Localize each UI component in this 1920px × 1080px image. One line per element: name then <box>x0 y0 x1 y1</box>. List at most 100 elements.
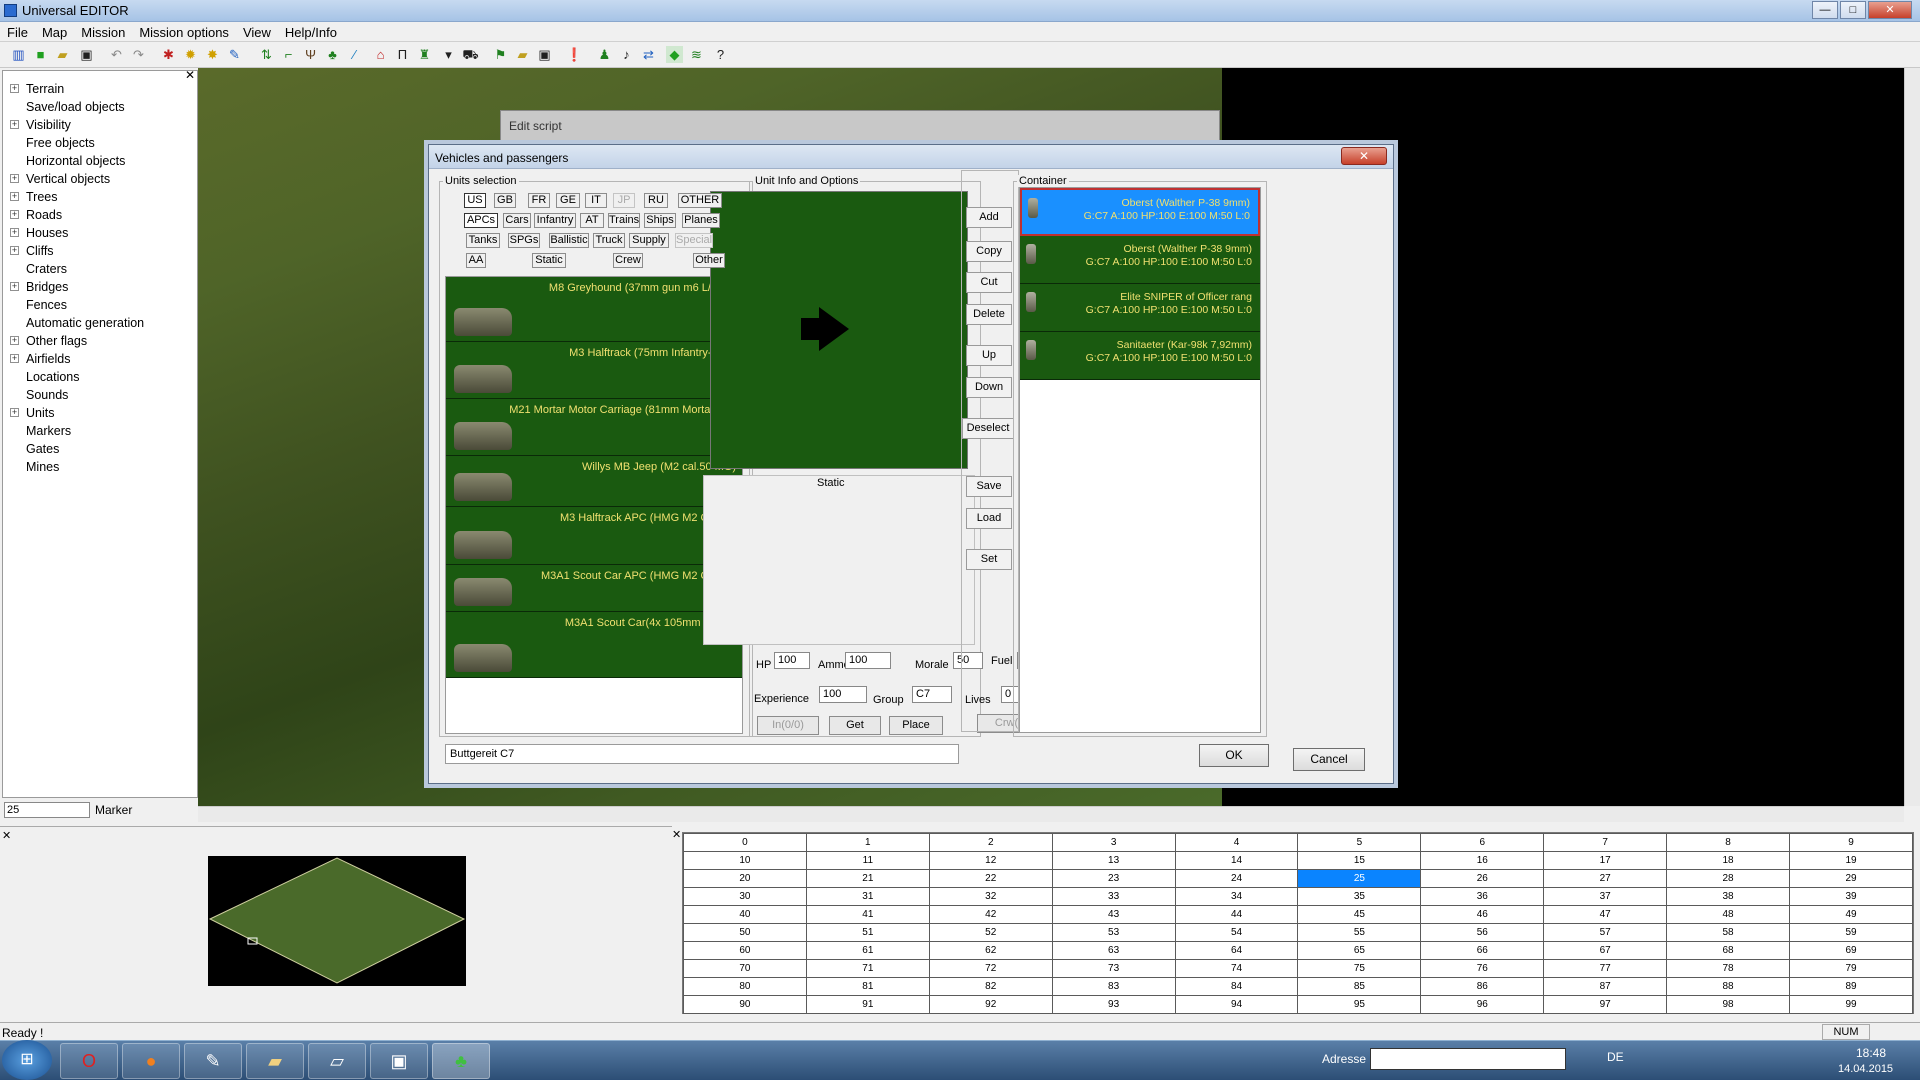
save-button[interactable]: Save <box>966 476 1012 497</box>
expand-icon[interactable]: + <box>10 336 19 345</box>
marker-cell[interactable]: 83 <box>1051 977 1176 996</box>
marker-cell[interactable]: 96 <box>1420 995 1545 1014</box>
marker-cell[interactable]: 9 <box>1789 833 1913 852</box>
marker-cell[interactable]: 25 <box>1297 869 1422 888</box>
route-icon[interactable]: ⇅ <box>258 46 275 63</box>
marker-cell[interactable]: 18 <box>1666 851 1791 870</box>
type-filter-button[interactable]: Cars <box>503 213 531 228</box>
expand-icon[interactable]: + <box>10 210 19 219</box>
copy-button[interactable]: Copy <box>966 241 1012 262</box>
transfer-icon[interactable]: ⇄ <box>640 46 657 63</box>
nation-filter-button[interactable]: FR <box>528 193 550 208</box>
tree-item[interactable]: Horizontal objects <box>3 152 193 170</box>
marker-diamond-icon[interactable]: ◆ <box>666 46 683 63</box>
expand-icon[interactable]: + <box>10 246 19 255</box>
expand-icon[interactable]: + <box>10 192 19 201</box>
marker-cell[interactable]: 11 <box>805 851 930 870</box>
sun-icon[interactable]: ✹ <box>182 46 199 63</box>
tree-item[interactable]: Free objects <box>3 134 193 152</box>
marker-cell[interactable]: 7 <box>1543 833 1668 852</box>
type-filter-button[interactable]: AT <box>580 213 604 228</box>
marker-cell[interactable]: 89 <box>1789 977 1913 996</box>
add-button[interactable]: Add <box>966 207 1012 228</box>
marker-cell[interactable]: 74 <box>1174 959 1299 978</box>
marker-cell[interactable]: 72 <box>928 959 1053 978</box>
marker-cell[interactable]: 26 <box>1420 869 1545 888</box>
unit-list-item[interactable]: M3 Halftrack APC (HMG M2 Cal.50) <box>446 507 742 565</box>
tree-item[interactable]: + Trees <box>3 188 193 206</box>
nation-filter-button[interactable]: GE <box>556 193 580 208</box>
marker-cell[interactable]: 59 <box>1789 923 1913 942</box>
ammo-field[interactable]: 100 <box>845 652 891 669</box>
cancel-button[interactable]: Cancel <box>1293 748 1365 771</box>
marker-cell[interactable]: 75 <box>1297 959 1422 978</box>
editor-task-icon[interactable]: ♣ <box>432 1043 490 1079</box>
maximize-button[interactable]: □ <box>1840 1 1866 19</box>
tree-item[interactable]: Automatic generation <box>3 314 193 332</box>
marker-cell[interactable]: 60 <box>683 941 807 960</box>
close-icon[interactable]: ✕ <box>2 829 11 842</box>
marker-cell[interactable]: 93 <box>1051 995 1176 1014</box>
marker-cell[interactable]: 50 <box>683 923 807 942</box>
marker-cell[interactable]: 1 <box>805 833 930 852</box>
marker-cell[interactable]: 62 <box>928 941 1053 960</box>
tree-item[interactable]: + Roads <box>3 206 193 224</box>
marker-cell[interactable]: 47 <box>1543 905 1668 924</box>
marker-cell[interactable]: 51 <box>805 923 930 942</box>
sound-icon[interactable]: ♪ <box>618 46 635 63</box>
tree-item[interactable]: Fences <box>3 296 193 314</box>
marker-cell[interactable]: 30 <box>683 887 807 906</box>
marker-cell[interactable]: 76 <box>1420 959 1545 978</box>
load-button[interactable]: Load <box>966 508 1012 529</box>
marker-count-field[interactable]: 25 <box>4 802 90 818</box>
marker-cell[interactable]: 43 <box>1051 905 1176 924</box>
set-button[interactable]: Set <box>966 549 1012 570</box>
marker-cell[interactable]: 56 <box>1420 923 1545 942</box>
deselect-button[interactable]: Deselect <box>962 418 1014 439</box>
marker-cell[interactable]: 98 <box>1666 995 1791 1014</box>
marker-cell[interactable]: 8 <box>1666 833 1791 852</box>
disk-icon[interactable]: ▣ <box>536 46 553 63</box>
marker-cell[interactable]: 80 <box>683 977 807 996</box>
marker-cell[interactable]: 52 <box>928 923 1053 942</box>
tree-item[interactable]: + Airfields <box>3 350 193 368</box>
marker-cell[interactable]: 46 <box>1420 905 1545 924</box>
marker-cell[interactable]: 85 <box>1297 977 1422 996</box>
bridge-icon[interactable]: Π <box>394 46 411 63</box>
marker-cell[interactable]: 42 <box>928 905 1053 924</box>
tree-item[interactable]: Locations <box>3 368 193 386</box>
marker-cell[interactable]: 92 <box>928 995 1053 1014</box>
tree-item[interactable]: + Cliffs <box>3 242 193 260</box>
tree-item[interactable]: Gates <box>3 440 193 458</box>
type-filter-button[interactable]: Infantry <box>534 213 576 228</box>
marker-cell[interactable]: 41 <box>805 905 930 924</box>
mine-icon[interactable]: ≋ <box>688 46 705 63</box>
paint-icon[interactable]: ✱ <box>160 46 177 63</box>
marker-cell[interactable]: 23 <box>1051 869 1176 888</box>
alert-icon[interactable]: ❗ <box>566 46 583 63</box>
marker-cell[interactable]: 69 <box>1789 941 1913 960</box>
direction-arrow-icon[interactable] <box>819 307 849 351</box>
type-filter-button[interactable]: APCs <box>464 213 498 228</box>
marker-cell[interactable]: 90 <box>683 995 807 1014</box>
expand-icon[interactable]: + <box>10 354 19 363</box>
type-filter-button[interactable]: Trains <box>608 213 640 228</box>
tree-fork-icon[interactable]: Ψ <box>302 46 319 63</box>
down-button[interactable]: Down <box>966 377 1012 398</box>
minimize-button[interactable]: — <box>1812 1 1838 19</box>
expand-icon[interactable]: + <box>10 228 19 237</box>
marker-cell[interactable]: 97 <box>1543 995 1668 1014</box>
ok-button[interactable]: OK <box>1199 744 1269 767</box>
marker-cell[interactable]: 20 <box>683 869 807 888</box>
close-icon[interactable]: ✕ <box>185 68 195 82</box>
unit-list-item[interactable]: M8 Greyhound (37mm gun m6 L/56.6) <box>446 277 742 342</box>
marker-cell[interactable]: 48 <box>1666 905 1791 924</box>
marker-cell[interactable]: 0 <box>683 833 807 852</box>
marker-cell[interactable]: 95 <box>1297 995 1422 1014</box>
flag-icon[interactable]: ⚑ <box>492 46 509 63</box>
marker-cell[interactable]: 88 <box>1666 977 1791 996</box>
marker-cell[interactable]: 91 <box>805 995 930 1014</box>
edit-icon[interactable]: ✎ <box>226 46 243 63</box>
marker-cell[interactable]: 21 <box>805 869 930 888</box>
marker-cell[interactable]: 29 <box>1789 869 1913 888</box>
